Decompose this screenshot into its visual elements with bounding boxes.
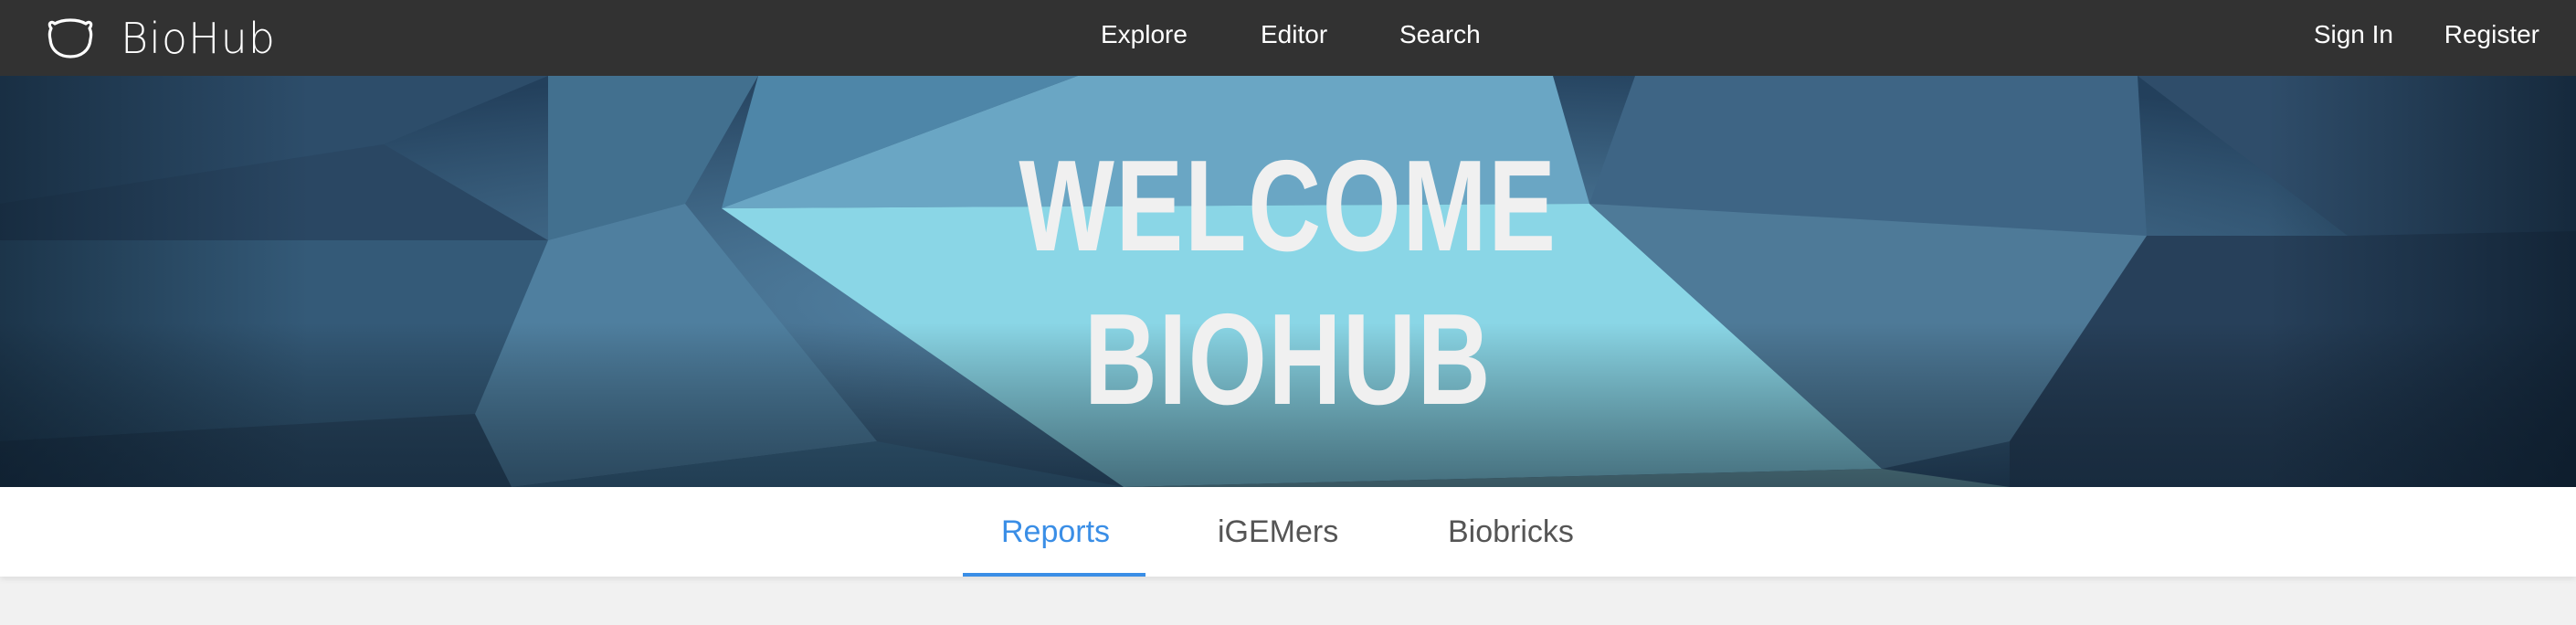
hero-title-line1: WELCOME [1019, 133, 1557, 279]
hero-title-line2: BIOHUB [1083, 287, 1493, 432]
sign-in-link[interactable]: Sign In [2314, 20, 2393, 49]
bear-logo-icon [48, 18, 93, 58]
brand-name: BioHub [121, 14, 276, 63]
active-tab-indicator [963, 573, 1145, 577]
content-tabs: Reports iGEMers Biobricks [0, 487, 2576, 577]
nav-search[interactable]: Search [1399, 20, 1481, 49]
register-link[interactable]: Register [2444, 20, 2539, 49]
tab-biobricks[interactable]: Biobricks [1448, 514, 1574, 550]
hero-banner: WELCOME BIOHUB [0, 76, 2576, 487]
tab-igemers[interactable]: iGEMers [1218, 514, 1338, 550]
nav-explore[interactable]: Explore [1101, 20, 1188, 49]
brand-logo[interactable]: BioHub [48, 13, 276, 64]
top-navbar: BioHub Explore Editor Search Sign In Reg… [0, 0, 2576, 76]
nav-editor[interactable]: Editor [1261, 20, 1327, 49]
tab-reports[interactable]: Reports [1001, 514, 1110, 550]
